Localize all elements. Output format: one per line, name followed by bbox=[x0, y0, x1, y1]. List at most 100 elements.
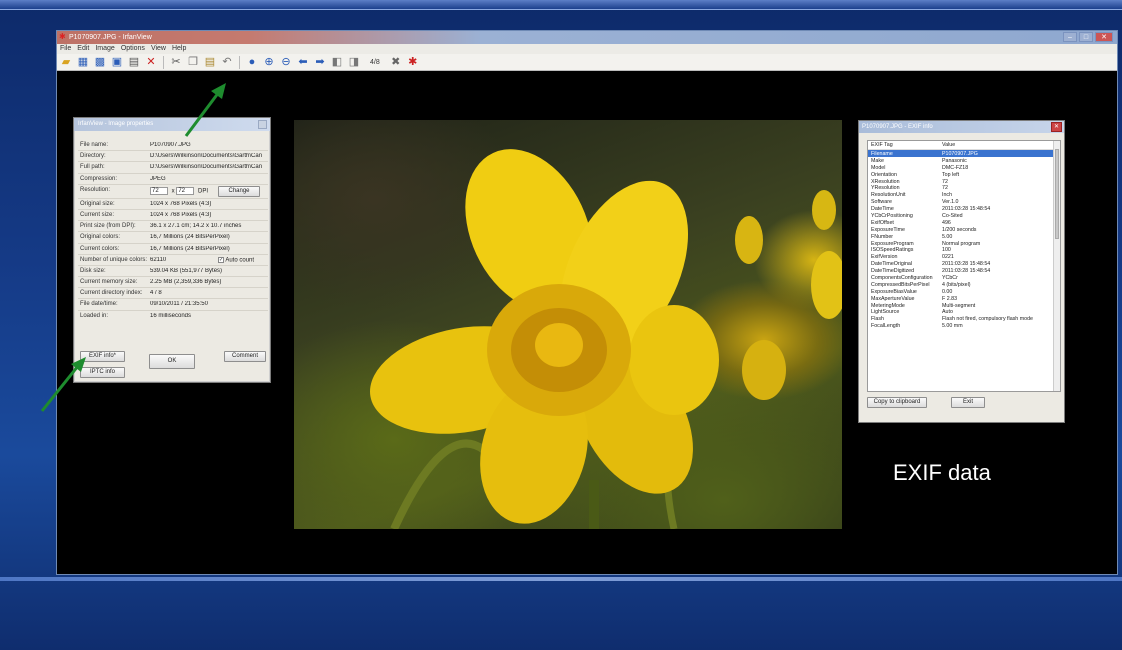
exif-row[interactable]: ResolutionUnit Inch bbox=[868, 191, 1060, 198]
copy-icon[interactable]: ❐ bbox=[186, 55, 200, 69]
exif-row[interactable]: ISOSpeedRatings 100 bbox=[868, 246, 1060, 253]
print-icon[interactable]: ▤ bbox=[127, 55, 141, 69]
menu-view[interactable]: View bbox=[151, 44, 166, 54]
exit-button[interactable]: Exit bbox=[951, 397, 985, 408]
exif-row[interactable]: Software Ver.1.0 bbox=[868, 198, 1060, 205]
trumpet-inner bbox=[535, 323, 583, 367]
property-row: Current colors: 16,7 Millions (24 BitsPer… bbox=[78, 244, 268, 255]
column-header-tag[interactable]: EXIF Tag bbox=[871, 142, 893, 148]
next-icon[interactable]: ➡ bbox=[313, 55, 327, 69]
comment-button[interactable]: Comment bbox=[224, 351, 266, 362]
minimize-button[interactable]: – bbox=[1063, 32, 1077, 42]
exif-row[interactable]: DateTimeDigitized 2011:03:28 15:48:54 bbox=[868, 267, 1060, 274]
iptc-info-button[interactable]: IPTC info bbox=[80, 367, 125, 378]
menu-image[interactable]: Image bbox=[95, 44, 114, 54]
slideshow-icon[interactable]: ▩ bbox=[93, 55, 107, 69]
exif-row[interactable]: ExifOffset 496 bbox=[868, 219, 1060, 226]
leaf bbox=[390, 439, 487, 529]
zoom-in-icon[interactable]: ⊕ bbox=[262, 55, 276, 69]
exif-row[interactable]: Filename P1070907.JPG bbox=[868, 150, 1060, 157]
exif-row[interactable]: CompressedBitsPerPixel 4 (bits/pixel) bbox=[868, 281, 1060, 288]
property-row: Compression: JPEG bbox=[78, 174, 268, 185]
column-header-value[interactable]: Value bbox=[942, 142, 955, 148]
exif-row[interactable]: Model DMC-FZ18 bbox=[868, 164, 1060, 171]
settings-icon[interactable]: ✖ bbox=[389, 55, 403, 69]
property-row: Current directory index: 4 / 8 bbox=[78, 288, 268, 300]
open-icon[interactable]: ▰ bbox=[59, 55, 73, 69]
exif-scrollbar[interactable] bbox=[1053, 141, 1060, 391]
property-label: Directory: bbox=[80, 153, 106, 160]
auto-count-checkbox[interactable]: ✓ Auto count bbox=[218, 256, 255, 264]
property-row: Current size: 1024 x 768 Pixels (4:3) bbox=[78, 210, 268, 222]
menu-options[interactable]: Options bbox=[121, 44, 145, 54]
exif-info-dialog: P1070907.JPG - EXIF info ✕ EXIF Tag Valu… bbox=[858, 120, 1065, 423]
exif-row[interactable]: ExifVersion 0221 bbox=[868, 253, 1060, 260]
property-value: 16 milliseconds bbox=[150, 312, 192, 319]
property-row: Disk size: 539.04 KB (551,977 Bytes) bbox=[78, 266, 268, 278]
exif-row[interactable]: ExposureBiasValue 0.00 bbox=[868, 288, 1060, 295]
property-value: 36.1 x 27.1 cm; 14.2 x 10.7 inches bbox=[150, 223, 242, 230]
undo-icon[interactable]: ↶ bbox=[220, 55, 234, 69]
exif-row[interactable]: DateTimeOriginal 2011:03:28 15:48:54 bbox=[868, 260, 1060, 267]
exif-info-button[interactable]: EXIF info* bbox=[80, 351, 125, 362]
exif-row[interactable]: YCbCrPositioning Co-Sited bbox=[868, 212, 1060, 219]
properties-close-button[interactable] bbox=[258, 120, 267, 129]
exif-row[interactable]: MeteringMode Multi-segment bbox=[868, 302, 1060, 309]
exif-row[interactable]: LightSource Auto bbox=[868, 308, 1060, 315]
property-label: Full path: bbox=[80, 164, 105, 171]
info-icon[interactable]: ● bbox=[245, 55, 259, 69]
resolution-unit: DPI bbox=[198, 188, 209, 195]
paste-icon[interactable]: ▤ bbox=[203, 55, 217, 69]
property-label: Compression: bbox=[80, 175, 118, 182]
property-row: Resolution: 72 x 72 DPI Change bbox=[78, 185, 268, 199]
zoom-out-icon[interactable]: ⊖ bbox=[279, 55, 293, 69]
ok-button[interactable]: OK bbox=[149, 354, 195, 369]
exif-row[interactable]: ExposureTime 1/200 seconds bbox=[868, 226, 1060, 233]
checkbox-checked-icon: ✓ bbox=[218, 256, 224, 263]
property-value: 4 / 8 bbox=[150, 290, 162, 297]
exif-row[interactable]: Orientation Top left bbox=[868, 171, 1060, 178]
title-bar: ✱ P1070907.JPG - IrfanView – □ ✕ bbox=[57, 31, 1117, 44]
exif-close-button[interactable]: ✕ bbox=[1051, 122, 1062, 132]
exif-list[interactable]: EXIF Tag Value Filename P1070907.JPG Make… bbox=[867, 140, 1061, 392]
delete-icon[interactable]: ✕ bbox=[144, 55, 158, 69]
exif-row[interactable]: FocalLength 5.00 mm bbox=[868, 322, 1060, 329]
change-resolution-button[interactable]: Change bbox=[218, 185, 260, 197]
close-button[interactable]: ✕ bbox=[1095, 32, 1113, 42]
exif-tag: FocalLength bbox=[871, 323, 901, 330]
save-icon[interactable]: ▣ bbox=[110, 55, 124, 69]
exif-row[interactable]: YResolution 72 bbox=[868, 184, 1060, 191]
menu-edit[interactable]: Edit bbox=[77, 44, 89, 54]
last-page-icon[interactable]: ◨ bbox=[347, 55, 361, 69]
exif-row[interactable]: ComponentsConfiguration YCbCr bbox=[868, 274, 1060, 281]
menu-file[interactable]: File bbox=[60, 44, 71, 54]
copy-to-clipboard-button[interactable]: Copy to clipboard bbox=[867, 397, 927, 408]
exif-row[interactable]: MaxApertureValue F 2.83 bbox=[868, 295, 1060, 302]
resolution-x-input[interactable]: 72 bbox=[150, 186, 168, 195]
cut-icon[interactable]: ✂ bbox=[169, 55, 183, 69]
property-label: Print size (from DPI): bbox=[80, 223, 136, 230]
resolution-separator: x bbox=[171, 188, 175, 195]
property-row: Full path: D:\Users\Wilkinson\Documents\G… bbox=[78, 162, 268, 174]
exif-row[interactable]: Make Panasonic bbox=[868, 157, 1060, 164]
slide-top-band bbox=[0, 0, 1122, 10]
thumbnails-icon[interactable]: ▦ bbox=[76, 55, 90, 69]
menu-help[interactable]: Help bbox=[172, 44, 186, 54]
auto-count-label: Auto count bbox=[225, 257, 255, 264]
property-value: 539.04 KB (551,977 Bytes) bbox=[150, 267, 223, 274]
exif-row[interactable]: DateTime 2011:03:28 15:48:54 bbox=[868, 205, 1060, 212]
scrollbar-thumb[interactable] bbox=[1055, 149, 1059, 239]
resolution-y-input[interactable]: 72 bbox=[176, 186, 195, 195]
maximize-button[interactable]: □ bbox=[1079, 32, 1093, 42]
property-row: File name: P1070907.JPG bbox=[78, 140, 268, 152]
first-page-icon[interactable]: ◧ bbox=[330, 55, 344, 69]
exif-row[interactable]: ExposureProgram Normal program bbox=[868, 240, 1060, 247]
exit-icon[interactable]: ✱ bbox=[406, 55, 420, 69]
toolbar-separator bbox=[239, 55, 240, 69]
exif-row[interactable]: XResolution 72 bbox=[868, 178, 1060, 185]
exif-row[interactable]: FNumber 5.00 bbox=[868, 233, 1060, 240]
previous-icon[interactable]: ⬅ bbox=[296, 55, 310, 69]
exif-title: P1070907.JPG - EXIF info bbox=[859, 121, 1064, 133]
property-label: Loaded in: bbox=[80, 312, 109, 319]
exif-row[interactable]: Flash Flash not fired, compulsory flash m… bbox=[868, 315, 1060, 322]
